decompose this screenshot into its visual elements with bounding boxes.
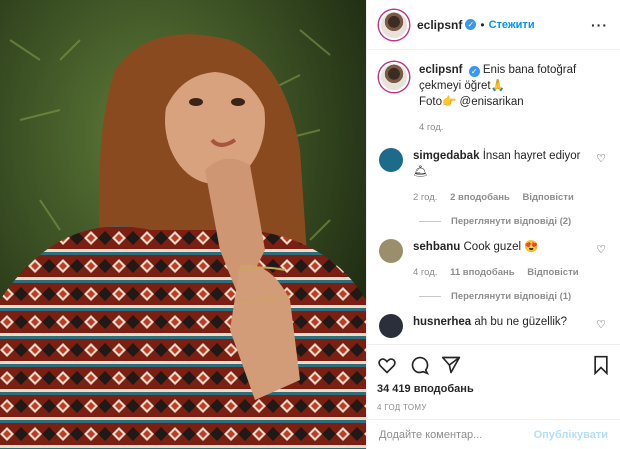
share-send-icon[interactable] — [441, 355, 461, 375]
comment-username[interactable]: simgedabak — [413, 150, 479, 162]
post-actions: 34 419 вподобань 4 ГОД ТОМУ — [367, 344, 620, 412]
commenter-avatar[interactable] — [379, 239, 403, 263]
comment-username[interactable]: sehbanu — [413, 241, 460, 253]
comment-time: 2 год. — [413, 192, 438, 203]
verified-badge-icon: ✓ — [465, 19, 477, 30]
portrait-image — [0, 0, 366, 449]
post-photo[interactable] — [0, 0, 366, 449]
instagram-post: eclipsnf ✓ • Стежити ··· eclipsnf ✓ Enis… — [0, 0, 620, 449]
likes-count[interactable]: 34 419 вподобань — [377, 383, 610, 395]
like-comment-icon[interactable]: ♡ — [594, 318, 608, 338]
comment-likes[interactable]: 2 вподобань — [450, 192, 510, 203]
publish-button[interactable]: Опублікувати — [534, 429, 608, 441]
view-replies-label: Переглянути відповіді (1) — [451, 291, 572, 302]
comment-username[interactable]: husnerhea — [413, 316, 471, 328]
post-header: eclipsnf ✓ • Стежити ··· — [367, 0, 620, 50]
reply-button[interactable]: Відповісти — [522, 192, 573, 203]
caption-username[interactable]: eclipsnf — [419, 64, 462, 76]
caption-item: eclipsnf ✓ Enis bana fotoğraf çekmeyi öğ… — [367, 50, 620, 136]
like-heart-icon[interactable] — [377, 355, 397, 375]
verified-badge-icon: ✓ — [468, 66, 480, 77]
comment-text: ah bu ne güzellik? — [474, 316, 568, 328]
like-comment-icon[interactable]: ♡ — [594, 243, 608, 281]
view-replies-label: Переглянути відповіді (2) — [451, 216, 572, 227]
comment-item: sehbanu Cook guzel 😍 4 год. 11 вподобань… — [367, 227, 620, 281]
add-comment-bar: Додайте коментар... Опублікувати — [367, 419, 620, 449]
comment-time: 4 год. — [413, 267, 438, 278]
view-replies-button[interactable]: Переглянути відповіді (1) — [367, 281, 620, 302]
caption-time: 4 год. — [419, 122, 444, 133]
comment-item: husnerhea ah bu ne güzellik? ♡ — [367, 302, 620, 338]
commenter-avatar[interactable] — [379, 314, 403, 338]
comment-input[interactable]: Додайте коментар... — [379, 429, 534, 441]
caption-mention[interactable]: Foto👉 @enisarikan — [419, 96, 524, 108]
view-replies-button[interactable]: Переглянути відповіді (2) — [367, 206, 620, 227]
more-options-icon[interactable]: ··· — [591, 17, 608, 33]
commenter-avatar[interactable] — [379, 148, 403, 172]
comment-bubble-icon[interactable] — [409, 355, 429, 375]
caption-avatar[interactable] — [379, 62, 409, 92]
separator-dot: • — [480, 17, 485, 32]
replies-line — [419, 296, 441, 297]
like-comment-icon[interactable]: ♡ — [594, 152, 608, 206]
comment-text: Cook guzel 😍 — [463, 241, 539, 253]
comment-likes[interactable]: 11 вподобань — [450, 267, 515, 278]
post-date: 4 ГОД ТОМУ — [377, 403, 427, 412]
author-username[interactable]: eclipsnf — [417, 18, 462, 32]
author-avatar[interactable] — [379, 9, 409, 40]
reply-button[interactable]: Відповісти — [527, 267, 578, 278]
follow-button[interactable]: Стежити — [489, 19, 535, 31]
comment-item: simgedabak İnsan hayret ediyor 🛎 2 год. … — [367, 136, 620, 206]
replies-line — [419, 221, 441, 222]
post-sidebar: eclipsnf ✓ • Стежити ··· eclipsnf ✓ Enis… — [366, 0, 620, 449]
comments-list[interactable]: eclipsnf ✓ Enis bana fotoğraf çekmeyi öğ… — [367, 50, 620, 344]
save-bookmark-icon[interactable] — [592, 355, 610, 375]
